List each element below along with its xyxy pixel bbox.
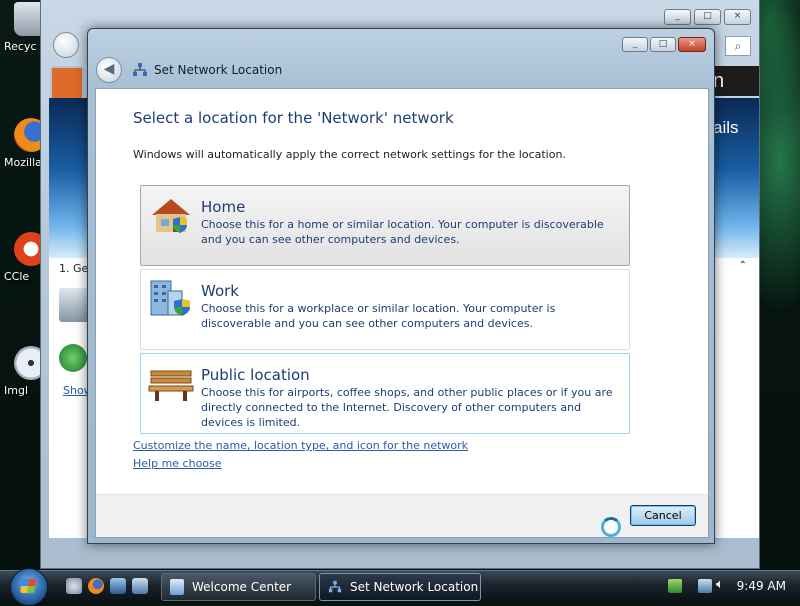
welcome-center-icon (50, 66, 84, 100)
set-network-location-dialog: _ □ × ◀ Set Network Location Select a lo… (87, 28, 715, 544)
back-button[interactable] (53, 32, 79, 58)
taskbar: Welcome Center Set Network Location 🔈︎ 9… (0, 568, 800, 606)
minimize-button[interactable]: _ (664, 9, 691, 25)
show-details-link[interactable]: ails (713, 118, 739, 138)
switch-windows-icon[interactable] (110, 578, 126, 594)
taskbar-item-label: Set Network Location (350, 580, 479, 594)
option-description: Choose this for airports, coffee shops, … (201, 386, 613, 429)
office-building-icon (150, 280, 190, 316)
network-icon (328, 580, 342, 593)
chevron-up-icon[interactable]: ⌃ (739, 260, 747, 271)
banner-title: n (711, 66, 759, 96)
dialog-window-controls: _ □ × (622, 37, 706, 52)
option-public-location[interactable]: Public location Choose this for airports… (140, 353, 630, 434)
maximize-button[interactable]: □ (650, 37, 676, 52)
clock[interactable]: 9:49 AM (737, 573, 786, 599)
window-controls: _ □ × (664, 9, 751, 25)
step-text: 1. Ge (59, 262, 89, 275)
option-title: Home (201, 198, 246, 216)
busy-cursor-icon (601, 517, 621, 537)
welcome-center-icon (170, 579, 184, 595)
explorer-icon[interactable] (132, 578, 148, 594)
search-icon[interactable]: ⌕ (725, 36, 751, 56)
page-description: Windows will automatically apply the cor… (133, 148, 566, 161)
windows-logo-icon (20, 579, 36, 593)
dialog-title: Set Network Location (154, 63, 283, 77)
option-title: Public location (201, 366, 310, 384)
close-button[interactable]: × (678, 37, 706, 52)
firefox-icon[interactable] (88, 578, 104, 594)
computer-icon (59, 288, 89, 322)
taskbar-item-set-network-location[interactable]: Set Network Location (319, 573, 481, 601)
minimize-button[interactable]: _ (622, 37, 648, 52)
back-button[interactable]: ◀ (96, 57, 122, 83)
option-work[interactable]: Work Choose this for a workplace or simi… (140, 269, 630, 350)
option-title: Work (201, 282, 239, 300)
system-tray: 🔈︎ 9:49 AM (668, 573, 800, 599)
option-description: Choose this for a workplace or similar l… (201, 302, 556, 330)
park-bench-icon (148, 370, 194, 401)
volume-icon[interactable]: 🔈︎ (716, 577, 724, 592)
dialog-footer: Cancel (95, 494, 709, 538)
back-arrow-icon: ◀ (103, 61, 115, 77)
help-me-choose-link[interactable]: Help me choose (133, 457, 222, 470)
taskbar-item-welcome-center[interactable]: Welcome Center (161, 573, 316, 601)
network-icon (133, 63, 147, 76)
customize-link[interactable]: Customize the name, location type, and i… (133, 439, 468, 452)
option-description: Choose this for a home or similar locati… (201, 218, 604, 246)
maximize-button[interactable]: □ (694, 9, 721, 25)
option-home[interactable]: Home Choose this for a home or similar l… (140, 185, 630, 266)
transfer-icon (59, 344, 87, 372)
cancel-button[interactable]: Cancel (630, 505, 696, 526)
home-icon (152, 199, 190, 233)
page-heading: Select a location for the 'Network' netw… (133, 109, 454, 127)
show-desktop-icon[interactable] (66, 578, 82, 594)
close-button[interactable]: × (724, 9, 751, 25)
dialog-body: Select a location for the 'Network' netw… (95, 88, 709, 496)
network-tray-icon[interactable] (698, 579, 712, 593)
taskbar-item-label: Welcome Center (192, 580, 292, 594)
security-center-icon[interactable] (668, 579, 682, 593)
start-button[interactable] (10, 568, 48, 606)
